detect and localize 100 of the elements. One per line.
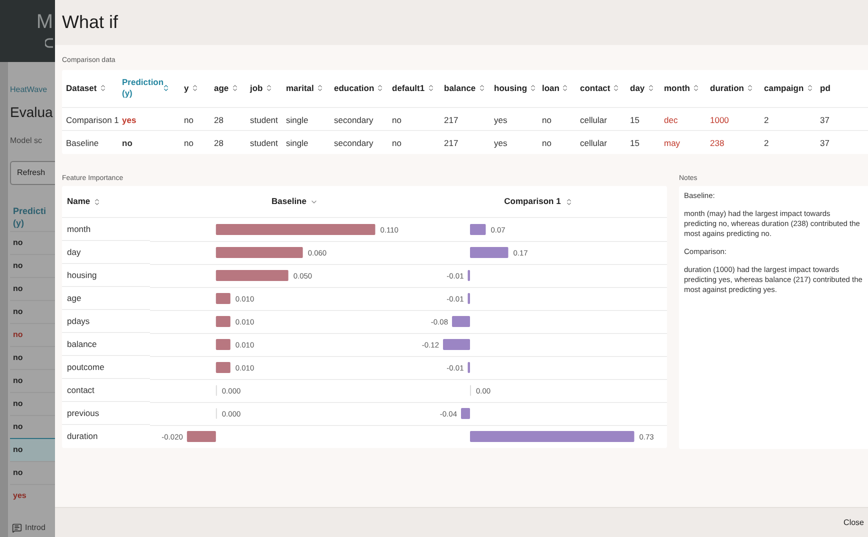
table-cell: secondary xyxy=(334,114,374,124)
feature-name: contact xyxy=(67,384,94,396)
table-row[interactable]: no xyxy=(10,438,55,461)
column-header[interactable]: day xyxy=(630,82,645,94)
table-cell: 28 xyxy=(214,114,224,124)
table-cell: 1000 xyxy=(710,114,729,124)
sort-icon[interactable] xyxy=(230,84,239,92)
sort-icon[interactable] xyxy=(376,84,384,92)
table-cell: no xyxy=(13,237,23,249)
table-cell: student xyxy=(250,138,278,148)
column-header[interactable]: month xyxy=(664,82,690,94)
table-cell: no xyxy=(13,421,23,433)
table-cell: 2 xyxy=(764,138,769,148)
table-cell: yes xyxy=(13,490,26,502)
table-cell: no xyxy=(13,467,23,479)
table-cell: no xyxy=(13,444,23,456)
table-cell: no xyxy=(392,114,402,124)
feature-name: month xyxy=(67,222,91,236)
header-letter: M xyxy=(36,12,53,32)
column-header[interactable]: y xyxy=(184,82,189,94)
table-cell: student xyxy=(250,114,278,124)
close-button[interactable]: Close xyxy=(844,516,864,528)
table-cell: no xyxy=(122,138,132,148)
column-header[interactable]: Name xyxy=(67,195,90,208)
dialog-title: What if xyxy=(62,11,118,34)
table-cell: 238 xyxy=(710,138,724,148)
refresh-button[interactable]: Refresh xyxy=(10,161,55,185)
table-cell: no xyxy=(542,114,552,124)
sort-icon[interactable] xyxy=(561,84,570,92)
sort-icon[interactable] xyxy=(746,84,754,92)
table-cell: no xyxy=(542,138,552,148)
column-header[interactable]: Dataset xyxy=(66,82,97,94)
page-title: Evalua xyxy=(10,103,54,122)
sort-icon[interactable] xyxy=(98,84,107,92)
table-cell: no xyxy=(13,306,23,318)
column-header[interactable]: duration xyxy=(710,82,744,94)
table-cell: no xyxy=(184,114,194,124)
table-cell: 15 xyxy=(630,138,640,148)
column-header[interactable]: balance xyxy=(444,82,476,94)
feature-name: age xyxy=(67,292,82,304)
column-header[interactable]: contact xyxy=(580,82,610,94)
sort-icon[interactable] xyxy=(529,84,538,92)
feature-name: previous xyxy=(67,406,100,420)
feature-name: balance xyxy=(67,338,97,350)
column-header[interactable]: campaign xyxy=(764,82,804,94)
table-cell: cellular xyxy=(580,138,607,148)
table-cell: no xyxy=(13,352,23,364)
column-header[interactable]: education xyxy=(334,82,374,94)
column-header[interactable]: age xyxy=(214,82,229,94)
sort-icon[interactable] xyxy=(806,84,814,92)
sort-icon[interactable] xyxy=(692,84,700,92)
table-cell: cellular xyxy=(580,114,607,124)
sort-icon[interactable] xyxy=(564,198,573,206)
feature-name: duration xyxy=(67,430,98,443)
table-cell: no xyxy=(13,260,23,272)
sort-icon[interactable] xyxy=(190,84,199,92)
table-cell: single xyxy=(286,138,308,148)
column-header[interactable]: pd xyxy=(820,82,830,94)
table-cell: 37 xyxy=(820,114,830,124)
column-header[interactable]: marital xyxy=(286,82,314,94)
sort-icon[interactable] xyxy=(478,84,486,92)
subtitle: Model sc xyxy=(10,135,44,147)
table-cell: 217 xyxy=(444,138,458,148)
intro-link[interactable]: Introd xyxy=(25,522,46,534)
toggle-icon xyxy=(45,38,53,48)
table-cell: no xyxy=(13,329,23,341)
column-header[interactable]: loan xyxy=(542,82,560,94)
table-cell: yes xyxy=(494,138,508,148)
sort-icon[interactable] xyxy=(646,84,655,92)
feature-name: housing xyxy=(67,268,97,282)
sort-icon[interactable] xyxy=(264,84,273,92)
table-cell: 2 xyxy=(764,114,769,124)
sort-icon[interactable] xyxy=(316,84,324,92)
feature-name: pdays xyxy=(67,314,90,328)
column-header[interactable]: job xyxy=(250,82,263,94)
table-cell: no xyxy=(13,283,23,295)
sort-icon[interactable] xyxy=(426,84,435,92)
table-cell: 15 xyxy=(630,114,640,124)
table-cell: may xyxy=(664,138,680,148)
table-cell: no xyxy=(184,138,194,148)
table-cell: yes xyxy=(122,114,136,124)
table-cell: secondary xyxy=(334,138,374,148)
sort-icon[interactable] xyxy=(162,84,170,92)
table-cell: yes xyxy=(494,114,508,124)
column-header[interactable]: default1 xyxy=(392,82,425,94)
table-cell: single xyxy=(286,114,308,124)
table-cell: no xyxy=(13,398,23,410)
column-header[interactable]: Comparison 1 xyxy=(504,195,561,208)
column-header[interactable]: Baseline xyxy=(272,195,306,208)
table-cell: Comparison 1 xyxy=(66,114,119,124)
table-cell: 28 xyxy=(214,138,224,148)
sort-icon[interactable] xyxy=(93,198,102,206)
table-cell: 37 xyxy=(820,138,830,148)
feature-name: poutcome xyxy=(67,360,104,374)
table-cell: 217 xyxy=(444,114,458,124)
sort-icon[interactable] xyxy=(612,84,620,92)
table-cell: dec xyxy=(664,114,678,124)
column-header[interactable]: housing xyxy=(494,82,528,94)
feature-name: day xyxy=(67,246,81,258)
table-cell: no xyxy=(392,138,402,148)
